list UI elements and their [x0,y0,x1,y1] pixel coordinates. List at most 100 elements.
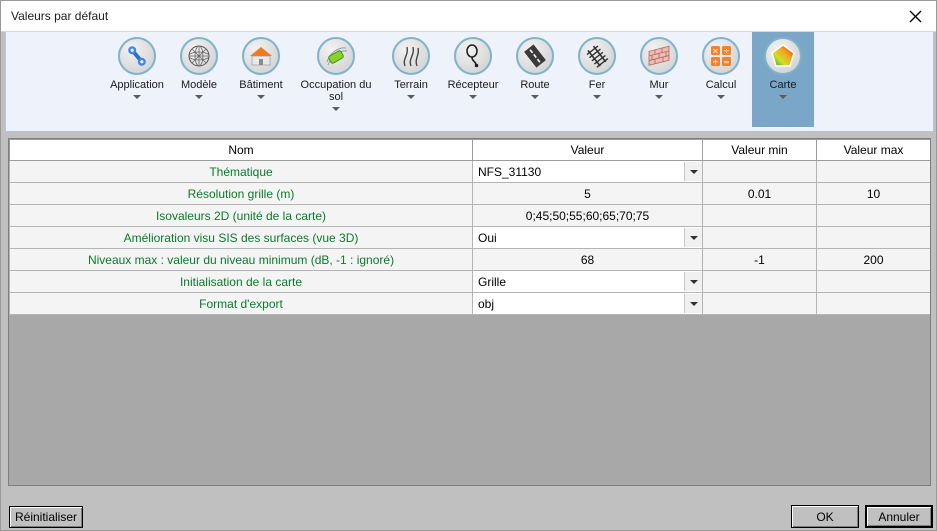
terrain-icon [392,37,430,75]
property-max: 200 [816,248,930,271]
chevron-down-icon[interactable] [717,95,725,99]
reset-button[interactable]: Réinitialiser [9,506,83,528]
dropdown-toggle[interactable] [684,294,702,313]
property-value-dropdown[interactable]: Oui [472,226,703,249]
chevron-down-icon[interactable] [779,95,787,99]
property-value-dropdown[interactable]: NFS_31130 [472,160,703,183]
table-header-row: Nom Valeur Valeur min Valeur max [9,139,930,161]
dropdown-toggle[interactable] [684,272,702,291]
table-row: Niveaux max : valeur du niveau minimum (… [9,248,930,271]
property-min [702,160,817,183]
dropdown-value: obj [478,296,495,311]
ribbon-tab-label: Calcul [705,79,737,91]
ribbon-tab-mod-le[interactable]: Modèle [168,32,230,127]
property-value-input[interactable]: 68 [472,248,703,271]
ribbon-tab-label: Carte [769,79,797,91]
ribbon-tab-calcul[interactable]: × ÷ + = Calcul [690,32,752,127]
ribbon-tab-carte[interactable]: Carte [752,32,814,127]
column-header-nom: Nom [9,139,473,161]
house-icon [242,37,280,75]
property-value-dropdown[interactable]: Grille [472,270,703,293]
table-row: Thématique NFS_31130 [9,160,930,183]
close-icon[interactable] [892,1,936,31]
ribbon-tab-occupation-du-sol[interactable]: Occupation du sol [292,32,380,127]
property-max [816,270,930,293]
globe-mesh-icon [180,37,218,75]
property-max [816,160,930,183]
default-values-dialog: Valeurs par défaut Application Modèle Bâti… [0,0,937,531]
property-min [702,292,817,315]
ribbon-tab-label: Occupation du sol [300,79,372,103]
svg-text:+: + [712,58,719,67]
column-header-valeur: Valeur [472,139,703,161]
properties-table: Nom Valeur Valeur min Valeur max Thémati… [9,139,930,315]
ribbon-tab-fer[interactable]: Fer [566,32,628,127]
table-row: Format d'export obj [9,292,930,315]
chevron-down-icon [689,301,698,306]
landuse-icon [317,37,355,75]
chevron-down-icon[interactable] [655,95,663,99]
property-min: -1 [702,248,817,271]
property-name: Initialisation de la carte [9,270,473,293]
chevron-down-icon[interactable] [133,95,141,99]
column-header-valeur-max: Valeur max [816,139,930,161]
wrench-icon [118,37,156,75]
dropdown-toggle[interactable] [684,162,702,181]
property-max: 10 [816,182,930,205]
ribbon-tab-label: Bâtiment [239,79,283,91]
ribbon-tab-label: Mur [649,79,669,91]
ribbon-tab-mur[interactable]: Mur [628,32,690,127]
property-value-dropdown[interactable]: obj [472,292,703,315]
property-name: Thématique [9,160,473,183]
road-icon [516,37,554,75]
wall-icon [640,37,678,75]
property-value-input[interactable]: 0;45;50;55;60;65;70;75 [472,204,703,227]
chevron-down-icon[interactable] [332,107,340,111]
svg-text:×: × [712,47,719,56]
svg-text:=: = [723,58,730,67]
ribbon-tab-label: Application [110,79,164,91]
chevron-down-icon[interactable] [531,95,539,99]
chevron-down-icon [689,169,698,174]
property-min [702,270,817,293]
ribbon-tab-b-timent[interactable]: Bâtiment [230,32,292,127]
dropdown-toggle[interactable] [684,228,702,247]
table-row: Résolution grille (m) 5 0.01 10 [9,182,930,205]
ribbon-tab-r-cepteur[interactable]: Récepteur [442,32,504,127]
calculator-icon: × ÷ + = [702,37,740,75]
property-name: Niveaux max : valeur du niveau minimum (… [9,248,473,271]
property-name: Résolution grille (m) [9,182,473,205]
chevron-down-icon[interactable] [257,95,265,99]
chevron-down-icon[interactable] [593,95,601,99]
colormap-icon [764,37,802,75]
chevron-down-icon [689,279,698,284]
property-max [816,292,930,315]
ribbon-tab-label: Terrain [394,79,428,91]
ok-button[interactable]: OK [791,505,859,528]
title-bar: Valeurs par défaut [1,1,936,32]
properties-grid: Nom Valeur Valeur min Valeur max Thémati… [8,138,931,486]
chevron-down-icon [689,235,698,240]
ribbon-tab-label: Récepteur [447,79,499,91]
chevron-down-icon[interactable] [407,95,415,99]
column-header-valeur-min: Valeur min [702,139,817,161]
svg-text:÷: ÷ [723,47,730,56]
ribbon-tab-label: Modèle [180,79,218,91]
property-min [702,226,817,249]
dropdown-value: Oui [478,230,497,245]
table-row: Isovaleurs 2D (unité de la carte) 0;45;50… [9,204,930,227]
property-value-input[interactable]: 5 [472,182,703,205]
table-row: Amélioration visu SIS des surfaces (vue … [9,226,930,249]
railway-icon [578,37,616,75]
property-name: Format d'export [9,292,473,315]
ribbon-tab-label: Route [520,79,550,91]
property-name: Amélioration visu SIS des surfaces (vue … [9,226,473,249]
ribbon-tab-route[interactable]: Route [504,32,566,127]
ribbon-tab-terrain[interactable]: Terrain [380,32,442,127]
chevron-down-icon[interactable] [469,95,477,99]
chevron-down-icon[interactable] [195,95,203,99]
ribbon-tab-application[interactable]: Application [106,32,168,127]
property-min [702,204,817,227]
cancel-button[interactable]: Annuler [865,505,933,528]
receiver-icon [454,37,492,75]
